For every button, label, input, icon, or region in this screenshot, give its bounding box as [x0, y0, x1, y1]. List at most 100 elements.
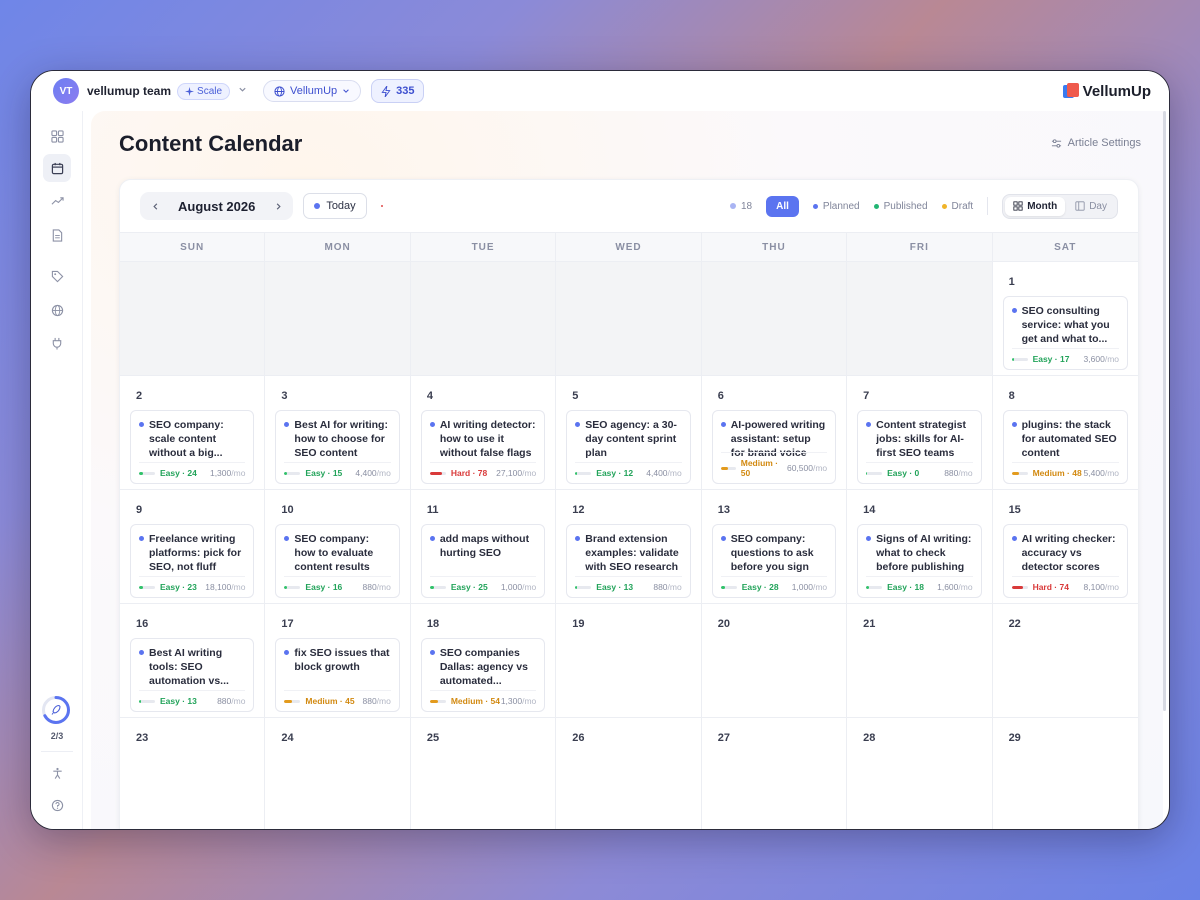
- day-cell[interactable]: 18 SEO companies Dallas: agency vs automa…: [410, 604, 557, 718]
- trending-icon: [51, 196, 64, 205]
- difficulty-bar: [866, 471, 883, 475]
- difficulty-bar: [429, 699, 446, 703]
- sparkle-icon: [185, 86, 195, 96]
- article-meta: Easy · 23 18,100/mo: [139, 576, 246, 592]
- search-volume: 1,300/mo: [210, 468, 245, 478]
- day-cell[interactable]: 16 Best AI writing tools: SEO automation …: [120, 604, 266, 718]
- article-card[interactable]: plugins: the stack for automated SEO con…: [1002, 410, 1128, 484]
- day-cell[interactable]: 1 SEO consulting service: what you get an…: [992, 262, 1138, 376]
- planned-status-dot: [429, 422, 435, 427]
- filter-all[interactable]: All: [766, 195, 799, 217]
- workspace-label: VellumUp: [290, 85, 338, 97]
- sidebar-item-sites[interactable]: [43, 296, 71, 324]
- day-cell[interactable]: 27: [701, 718, 848, 829]
- day-cell[interactable]: 25: [410, 718, 557, 829]
- article-card[interactable]: Best AI for writing: how to choose for S…: [275, 410, 400, 484]
- filter-draft[interactable]: Draft: [941, 201, 973, 212]
- sidebar-item-calendar[interactable]: [43, 154, 71, 182]
- sidebar-item-keywords[interactable]: [43, 262, 71, 290]
- team-name[interactable]: vellumup team: [87, 84, 171, 98]
- article-card[interactable]: AI writing checker: accuracy vs detector…: [1002, 524, 1128, 598]
- help-button[interactable]: [43, 791, 71, 819]
- planned-dot: [812, 203, 818, 209]
- filter-published[interactable]: Published: [873, 201, 928, 212]
- day-cell[interactable]: 4 AI writing detector: how to use it with…: [410, 376, 557, 490]
- article-title-text: add maps without hurting SEO: [439, 533, 530, 559]
- article-card[interactable]: Freelance writing platforms: pick for SE…: [130, 524, 255, 598]
- day-cell[interactable]: 8 plugins: the stack for automated SEO co…: [992, 376, 1138, 490]
- empty-day-cell: [556, 262, 702, 376]
- article-card[interactable]: add maps without hurting SEO Easy · 25 1,0…: [420, 524, 546, 598]
- tag-icon: [51, 270, 63, 282]
- day-cell[interactable]: 28: [847, 718, 993, 829]
- plug-icon: [52, 337, 62, 350]
- article-title-text: SEO agency: a 30-day content sprint plan: [585, 419, 677, 459]
- accessibility-button[interactable]: [43, 759, 71, 787]
- view-month-button[interactable]: Month: [1005, 196, 1066, 216]
- day-cell[interactable]: 20: [701, 604, 848, 718]
- chevron-right-icon[interactable]: [271, 199, 285, 214]
- workspace-selector[interactable]: VellumUp: [263, 80, 362, 102]
- article-card[interactable]: SEO company: how to evaluate content res…: [275, 524, 400, 598]
- article-card[interactable]: Brand extension examples: validate with …: [566, 524, 691, 598]
- today-button[interactable]: Today: [303, 193, 367, 219]
- day-cell[interactable]: 11 add maps without hurting SEO Easy · 25 1…: [410, 490, 557, 604]
- day-cell[interactable]: 19: [556, 604, 702, 718]
- day-cell[interactable]: 2 SEO company: scale content without a bi…: [120, 376, 266, 490]
- article-card[interactable]: SEO company: questions to ask before you…: [711, 524, 837, 598]
- article-card[interactable]: Best AI writing tools: SEO automation vs…: [130, 638, 255, 712]
- credits-button[interactable]: 335: [371, 79, 425, 103]
- draft-dot: [941, 203, 947, 209]
- article-card[interactable]: AI writing detector: how to use it witho…: [420, 410, 546, 484]
- article-card[interactable]: SEO companies Dallas: agency vs automate…: [420, 638, 546, 712]
- day-number: 7: [863, 390, 870, 402]
- day-cell[interactable]: 3 Best AI for writing: how to choose for …: [265, 376, 411, 490]
- day-cell[interactable]: 15 AI writing checker: accuracy vs detect…: [992, 490, 1138, 604]
- day-cell[interactable]: 12 Brand extension examples: validate wit…: [556, 490, 702, 604]
- day-cell[interactable]: 21: [847, 604, 993, 718]
- day-cell[interactable]: 22: [992, 604, 1138, 718]
- day-cell[interactable]: 24: [265, 718, 411, 829]
- day-number: 27: [717, 732, 730, 744]
- view-month-label: Month: [1027, 200, 1058, 212]
- brand-logo: VellumUp: [1062, 83, 1151, 100]
- article-settings-button[interactable]: Article Settings: [1051, 137, 1141, 149]
- day-cell[interactable]: 26: [556, 718, 702, 829]
- sidebar-item-analytics[interactable]: [43, 187, 71, 215]
- day-cell[interactable]: 10 SEO company: how to evaluate content r…: [265, 490, 411, 604]
- difficulty-label: Easy · 17: [1032, 354, 1070, 364]
- search-volume-unit: /mo: [522, 696, 537, 706]
- day-cell[interactable]: 13 SEO company: questions to ask before y…: [701, 490, 848, 604]
- avatar[interactable]: VT: [53, 78, 79, 104]
- sidebar-item-dashboard[interactable]: [43, 122, 71, 150]
- filter-planned[interactable]: Planned: [812, 201, 860, 212]
- sidebar-item-articles[interactable]: [43, 221, 71, 249]
- article-card[interactable]: SEO agency: a 30-day content sprint plan…: [566, 410, 691, 484]
- article-card[interactable]: fix SEO issues that block growth Medium ·…: [275, 638, 400, 712]
- planned-status-dot: [284, 650, 290, 655]
- article-card[interactable]: SEO consulting service: what you get and…: [1002, 296, 1128, 370]
- article-card[interactable]: AI-powered writing assistant: setup for …: [711, 410, 837, 484]
- day-cell[interactable]: 9 Freelance writing platforms: pick for S…: [120, 490, 266, 604]
- article-card[interactable]: SEO company: scale content without a big…: [130, 410, 255, 484]
- scrollbar[interactable]: [1163, 111, 1166, 711]
- day-cell[interactable]: 23: [120, 718, 266, 829]
- day-cell[interactable]: 29: [992, 718, 1138, 829]
- difficulty-label: Medium · 48: [1032, 468, 1082, 478]
- article-card[interactable]: Content strategist jobs: skills for AI-f…: [857, 410, 982, 484]
- sidebar-item-integrations[interactable]: [43, 329, 71, 357]
- grid-icon: [50, 129, 64, 143]
- chevron-left-icon[interactable]: [148, 199, 162, 214]
- search-volume-value: 880: [362, 696, 377, 706]
- chevron-down-icon[interactable]: [238, 85, 247, 97]
- empty-day-cell: [847, 262, 993, 376]
- day-cell[interactable]: 14 Signs of AI writing: what to check bef…: [847, 490, 993, 604]
- day-cell[interactable]: 7 Content strategist jobs: skills for AI-…: [847, 376, 993, 490]
- view-day-button[interactable]: Day: [1067, 197, 1115, 216]
- onboarding-progress-ring[interactable]: [41, 695, 71, 725]
- day-cell[interactable]: 6 AI-powered writing assistant: setup for…: [701, 376, 848, 490]
- article-card[interactable]: Signs of AI writing: what to check befor…: [857, 524, 982, 598]
- day-cell[interactable]: 17 fix SEO issues that block growth Medium…: [265, 604, 411, 718]
- article-title: plugins: the stack for automated SEO con…: [1011, 418, 1119, 462]
- day-cell[interactable]: 5 SEO agency: a 30-day content sprint pla…: [556, 376, 702, 490]
